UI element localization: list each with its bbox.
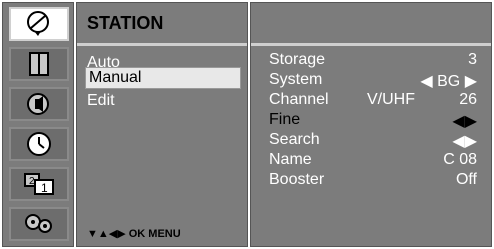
setting-value: ◀▶ xyxy=(452,133,477,150)
setting-fine[interactable]: Fine ◀▶ xyxy=(269,111,487,131)
setting-storage[interactable]: Storage 3 xyxy=(269,51,487,71)
setting-value: ◀ BG ▶ xyxy=(420,73,477,90)
sound-icon[interactable] xyxy=(9,87,69,121)
setup-icon[interactable] xyxy=(9,207,69,241)
setting-label: Storage xyxy=(269,51,326,68)
menu-title: STATION xyxy=(87,13,164,33)
manual-settings-panel: Storage 3 System ◀ BG ▶ Channel V/UHF 26… xyxy=(250,2,492,247)
menu-icon-column: 2 1 xyxy=(2,2,74,247)
setting-search[interactable]: Search ◀▶ xyxy=(269,131,487,151)
station-icon[interactable] xyxy=(9,7,69,41)
nav-hint-text: ▼▲◀▶ OK MENU xyxy=(87,228,181,240)
setting-label: Name xyxy=(269,151,312,168)
setting-value: C 08 xyxy=(443,151,477,168)
time-icon[interactable] xyxy=(9,127,69,161)
setting-label: Fine xyxy=(269,111,301,128)
menu-item-edit[interactable]: Edit xyxy=(87,91,115,111)
setting-band: V/UHF xyxy=(367,91,415,108)
menu-divider xyxy=(77,43,247,46)
setting-name[interactable]: Name C 08 xyxy=(269,151,487,171)
setting-system[interactable]: System ◀ BG ▶ xyxy=(269,71,487,91)
station-menu-panel: STATION Auto Manual Edit ▼▲◀▶ OK MENU xyxy=(76,2,248,247)
tv-osd-screen: 2 1 STATION Auto Manual Edit ▼▲◀▶ OK MEN… xyxy=(0,0,494,249)
svg-text:1: 1 xyxy=(41,181,48,195)
setting-label: System xyxy=(269,71,323,88)
setting-label: Booster xyxy=(269,171,325,188)
navigation-hint: ▼▲◀▶ OK MENU xyxy=(87,227,181,240)
setting-channel[interactable]: Channel V/UHF 26 xyxy=(269,91,487,111)
special-icon[interactable]: 2 1 xyxy=(9,167,69,201)
setting-label: Channel xyxy=(269,91,329,108)
setting-booster[interactable]: Booster Off xyxy=(269,171,487,191)
setting-value: Off xyxy=(455,171,477,188)
settings-divider xyxy=(251,43,491,46)
picture-icon[interactable] xyxy=(9,47,69,81)
setting-value: 26 xyxy=(459,91,477,108)
setting-label: Search xyxy=(269,131,320,148)
setting-value: 3 xyxy=(468,51,477,68)
menu-item-manual[interactable]: Manual xyxy=(85,67,241,89)
setting-value: ◀▶ xyxy=(452,113,477,130)
